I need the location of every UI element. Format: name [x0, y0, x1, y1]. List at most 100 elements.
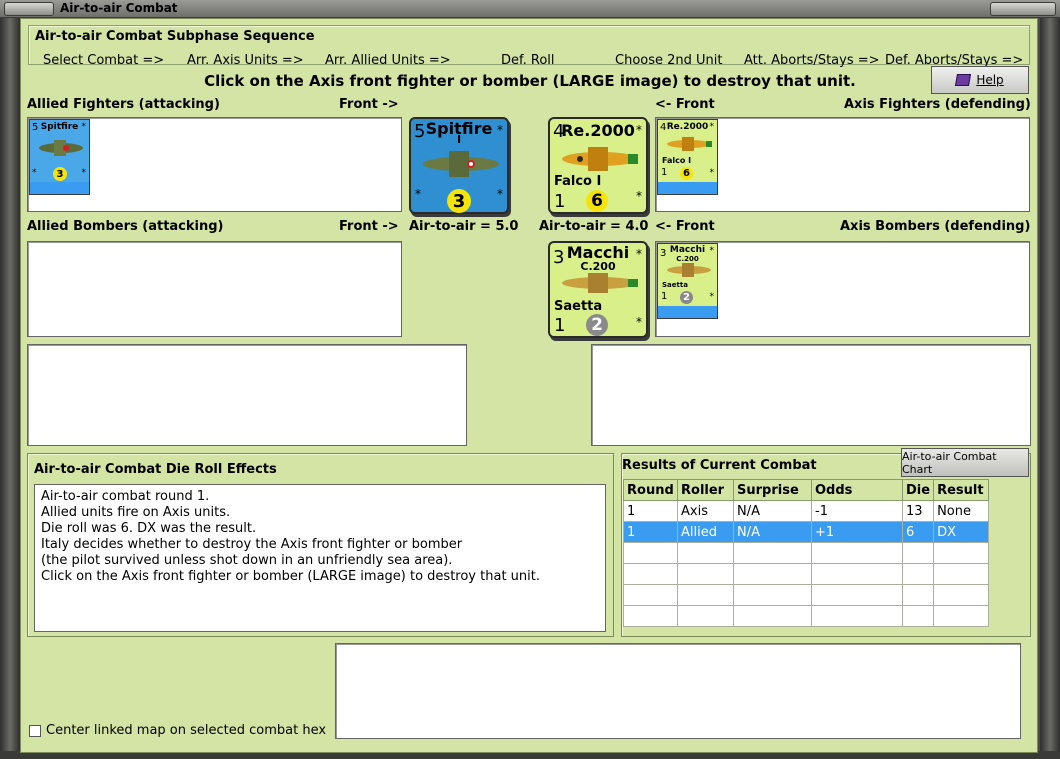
- table-cell: DX: [933, 521, 990, 543]
- big-variant: I: [456, 133, 462, 146]
- range-die: 2: [586, 314, 608, 336]
- sequence-step: Arr. Axis Units =>: [187, 53, 304, 68]
- big-def-value: 1: [554, 191, 566, 212]
- re2000-plane-icon: [562, 147, 638, 171]
- log-line: (the pilot survived unless shot down in …: [41, 553, 453, 568]
- chip-star: *: [709, 292, 715, 302]
- column-header[interactable]: Surprise: [733, 479, 812, 501]
- table-row[interactable]: 1 Axis N/A -1 13 None: [623, 500, 990, 522]
- table-row-empty[interactable]: [623, 542, 990, 564]
- column-header[interactable]: Die: [901, 479, 935, 501]
- re2000-plane-icon: [667, 137, 712, 151]
- chip-unit-name: Re.2000: [666, 122, 709, 132]
- macchi-plane-icon: [562, 273, 638, 293]
- combat-chart-button[interactable]: Air-to-air Combat Chart: [901, 448, 1029, 477]
- allied-fighters-box[interactable]: 5 Spitfire * * 3 *: [27, 117, 402, 212]
- big-star: *: [636, 247, 642, 261]
- axis-info-box: [591, 344, 1031, 446]
- allied-fighters-label: Allied Fighters (attacking): [27, 97, 220, 112]
- title-bar[interactable]: Air-to-air Combat: [0, 0, 1060, 18]
- big-def-value: 1: [554, 315, 566, 336]
- chip-star: *: [81, 168, 87, 178]
- chip-star: *: [709, 246, 715, 256]
- axis-bombers-box[interactable]: 3 Macchi C.200 * Saetta 1 2 *: [655, 241, 1030, 337]
- column-header[interactable]: Round: [623, 479, 678, 501]
- window-menu-button[interactable]: [4, 2, 54, 16]
- right-frame: [1040, 18, 1060, 753]
- chip-bar: [658, 306, 717, 318]
- table-row-selected[interactable]: 1 Allied N/A +1 6 DX: [623, 521, 990, 543]
- column-header[interactable]: Odds: [811, 479, 903, 501]
- sequence-step: Select Combat =>: [43, 53, 165, 68]
- big-nickname: Falco I: [554, 174, 602, 189]
- axis-fighters-box[interactable]: 4 Re.2000 * Falco I 1 6 *: [655, 117, 1030, 212]
- chip-nickname: Falco I: [662, 156, 692, 165]
- help-label: Help: [976, 73, 1004, 87]
- chip-star: *: [709, 122, 715, 132]
- front-label: Front ->: [339, 97, 399, 112]
- allied-bombers-box[interactable]: [27, 241, 402, 337]
- table-cell: 1: [623, 500, 678, 522]
- log-line: Allied units fire on Axis units.: [41, 505, 231, 520]
- center-map-checkbox[interactable]: [29, 725, 41, 737]
- sequence-box: Air-to-air Combat Subphase Sequence Sele…: [28, 25, 1030, 68]
- macchi-chip[interactable]: 3 Macchi C.200 * Saetta 1 2 *: [657, 243, 718, 319]
- axis-bombers-label: Axis Bombers (defending): [840, 219, 1031, 234]
- column-header[interactable]: Result: [933, 479, 990, 501]
- book-icon: [955, 74, 972, 86]
- combat-panel: Air-to-air Combat Subphase Sequence Sele…: [20, 18, 1038, 753]
- sequence-step: Arr. Allied Units =>: [325, 53, 451, 68]
- center-map-label: Center linked map on selected combat hex: [46, 723, 327, 738]
- message-box: [335, 643, 1021, 739]
- table-row-empty[interactable]: [623, 605, 990, 627]
- sequence-step: Def. Roll: [501, 53, 555, 68]
- log-line: Click on the Axis front fighter or bombe…: [41, 569, 540, 584]
- range-die: 2: [680, 291, 693, 304]
- range-die: 6: [586, 190, 608, 212]
- big-unit-name: Re.2000: [561, 121, 635, 140]
- chip-def-value: 1: [661, 167, 668, 178]
- big-nickname: Saetta: [554, 299, 603, 314]
- window-controls[interactable]: [990, 2, 1056, 16]
- window: Air-to-air Combat Air-to-air Combat Subp…: [0, 0, 1060, 759]
- chip-nickname: Saetta: [662, 281, 688, 289]
- chip-star: *: [32, 168, 37, 178]
- big-star: *: [415, 187, 421, 201]
- table-cell: N/A: [733, 521, 812, 543]
- spitfire-chip[interactable]: 5 Spitfire * * 3 *: [29, 119, 90, 195]
- big-star: *: [636, 315, 642, 329]
- table-cell: None: [933, 500, 990, 522]
- window-title: Air-to-air Combat: [60, 1, 178, 15]
- die-effects-log: Air-to-air combat round 1. Allied units …: [34, 484, 606, 632]
- range-die: 6: [680, 167, 693, 180]
- range-die: 3: [447, 189, 471, 213]
- chip-unit-name: Spitfire: [40, 122, 79, 132]
- front-label: Front ->: [339, 219, 399, 234]
- front-label: <- Front: [655, 219, 715, 234]
- chip-bar: [658, 182, 717, 194]
- table-row-empty[interactable]: [623, 563, 990, 585]
- instruction-text: Click on the Axis front fighter or bombe…: [204, 72, 856, 90]
- big-star: *: [636, 189, 642, 203]
- table-header-row: Round Roller Surprise Odds Die Result: [623, 479, 990, 501]
- die-effects-title: Air-to-air Combat Die Roll Effects: [34, 462, 277, 477]
- big-star: *: [636, 123, 642, 137]
- chip-bar: [30, 182, 89, 194]
- allied-air-value: Air-to-air = 5.0: [409, 219, 519, 234]
- allied-info-box: [27, 344, 467, 446]
- table-row-empty[interactable]: [623, 584, 990, 606]
- macchi-large-counter[interactable]: 3 Macchi C.200 * Saetta 1 2 *: [548, 241, 648, 338]
- column-header[interactable]: Roller: [677, 479, 734, 501]
- big-star: *: [497, 123, 503, 137]
- table-cell: Axis: [677, 500, 734, 522]
- chip-unit-name: Macchi: [669, 245, 706, 255]
- re2000-chip[interactable]: 4 Re.2000 * Falco I 1 6 *: [657, 119, 718, 195]
- left-frame: [0, 18, 20, 753]
- sequence-step: Att. Aborts/Stays =>: [744, 53, 880, 68]
- range-die: 3: [53, 167, 67, 181]
- help-button[interactable]: Help: [931, 66, 1029, 94]
- results-title: Results of Current Combat: [622, 458, 817, 473]
- spitfire-large-counter[interactable]: 5 Spitfire I * * 3 *: [409, 117, 509, 214]
- table-cell: 1: [623, 521, 678, 543]
- re2000-large-counter[interactable]: 4 Re.2000 * Falco I 1 6 *: [548, 117, 648, 214]
